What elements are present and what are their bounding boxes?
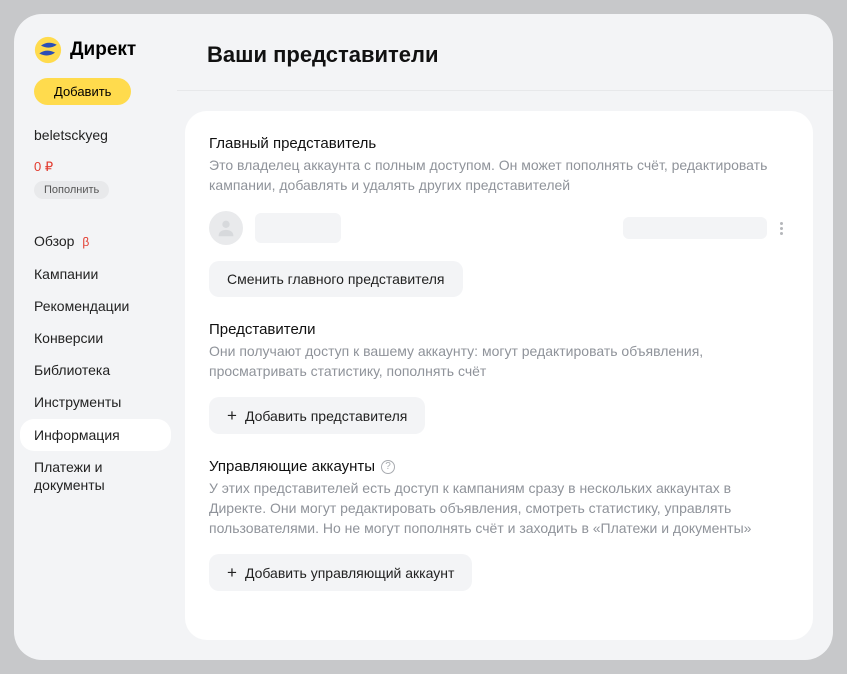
balance-value: 0 ₽ [34, 159, 157, 175]
section-title-text: Управляющие аккаунты [209, 458, 375, 475]
rep-name-placeholder [255, 213, 341, 243]
plus-icon: + [227, 407, 237, 424]
page-title: Ваши представители [207, 42, 803, 68]
avatar [209, 211, 243, 245]
add-rep-button[interactable]: + Добавить представителя [209, 397, 425, 434]
sidebar-nav: Обзор β Кампании Рекомендации Конверсии … [14, 225, 177, 501]
kebab-menu-icon[interactable] [776, 218, 787, 239]
nav-overview[interactable]: Обзор β [14, 225, 177, 258]
app-name: Директ [70, 39, 136, 61]
section-title: Управляющие аккаунты ? [209, 458, 789, 475]
section-reps: Представители Они получают доступ к ваше… [209, 321, 789, 434]
topup-button[interactable]: Пополнить [34, 181, 109, 199]
plus-icon: + [227, 564, 237, 581]
content-card: Главный представитель Это владелец аккау… [185, 111, 813, 640]
nav-label: Платежи и документы [34, 459, 105, 493]
add-button[interactable]: Добавить [34, 78, 131, 105]
rep-email-placeholder [623, 217, 767, 239]
direct-logo-icon [34, 36, 62, 64]
nav-label: Обзор [34, 233, 74, 249]
button-label: Сменить главного представителя [227, 271, 445, 287]
username[interactable]: beletsckyeg [14, 117, 177, 153]
nav-label: Кампании [34, 266, 98, 282]
help-icon[interactable]: ? [381, 460, 395, 474]
nav-recommendations[interactable]: Рекомендации [14, 290, 177, 322]
sidebar: Директ Добавить beletsckyeg 0 ₽ Пополнит… [14, 14, 177, 660]
button-label: Добавить представителя [245, 408, 407, 424]
section-main-rep: Главный представитель Это владелец аккау… [209, 135, 789, 297]
main-rep-row [209, 211, 789, 245]
page-header: Ваши представители [177, 14, 833, 91]
nav-payments[interactable]: Платежи и документы [14, 451, 177, 501]
balance-block: 0 ₽ Пополнить [14, 153, 177, 203]
logo[interactable]: Директ [14, 36, 177, 78]
nav-label: Библиотека [34, 362, 110, 378]
nav-label: Конверсии [34, 330, 103, 346]
section-desc: Это владелец аккаунта с полным доступом.… [209, 156, 769, 195]
section-title: Представители [209, 321, 789, 338]
section-desc: Они получают доступ к вашему аккаунту: м… [209, 342, 769, 381]
nav-label: Инструменты [34, 394, 121, 410]
beta-badge: β [82, 235, 89, 249]
main: Ваши представители Главный представитель… [177, 14, 833, 660]
nav-tools[interactable]: Инструменты [14, 386, 177, 418]
section-title: Главный представитель [209, 135, 789, 152]
section-desc: У этих представителей есть доступ к камп… [209, 479, 769, 538]
button-label: Добавить управляющий аккаунт [245, 565, 454, 581]
nav-information[interactable]: Информация [20, 419, 171, 451]
nav-campaigns[interactable]: Кампании [14, 258, 177, 290]
section-managing: Управляющие аккаунты ? У этих представит… [209, 458, 789, 591]
nav-conversions[interactable]: Конверсии [14, 322, 177, 354]
add-managing-account-button[interactable]: + Добавить управляющий аккаунт [209, 554, 472, 591]
change-main-rep-button[interactable]: Сменить главного представителя [209, 261, 463, 297]
nav-label: Информация [34, 427, 120, 443]
nav-label: Рекомендации [34, 298, 129, 314]
app-window: Директ Добавить beletsckyeg 0 ₽ Пополнит… [14, 14, 833, 660]
nav-library[interactable]: Библиотека [14, 354, 177, 386]
